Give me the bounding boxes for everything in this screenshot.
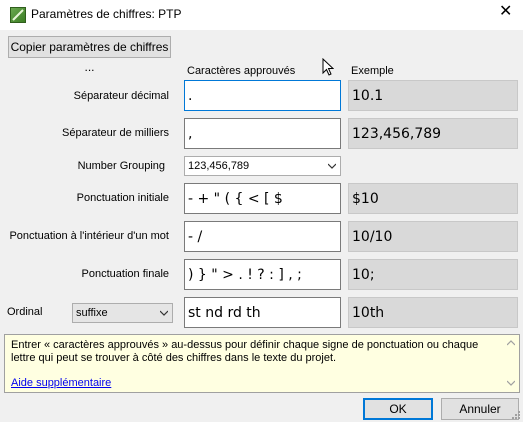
chevron-down-icon (160, 310, 168, 316)
decimal-separator-label: Séparateur décimal (73, 90, 169, 102)
ordinal-suffix-input[interactable]: st nd rd th (184, 297, 341, 328)
close-icon[interactable]: ✕ (499, 4, 512, 20)
number-grouping-label: Number Grouping (77, 160, 165, 172)
chevron-down-icon (328, 163, 336, 169)
copy-settings-button[interactable]: Copier paramètres de chiffres ... (8, 36, 171, 74)
resize-grip-icon[interactable] (511, 410, 521, 420)
number-grouping-value: 123,456,789 (188, 160, 250, 172)
info-text: Entrer « caractères approuvés » au-dessu… (11, 339, 479, 364)
ordinal-mode-select[interactable]: suffixe (72, 303, 173, 323)
ok-button[interactable]: OK (363, 398, 433, 420)
initial-punctuation-example: $10 (348, 183, 518, 214)
final-punctuation-label: Ponctuation finale (81, 268, 169, 280)
final-punctuation-input[interactable]: ) } " > . ! ? : ] , ; (184, 259, 341, 290)
initial-punctuation-input[interactable]: - + " ( { < [ $ (184, 183, 341, 214)
medial-punctuation-label: Ponctuation à l'intérieur d'un mot (9, 230, 169, 242)
scroll-up-icon[interactable] (507, 340, 515, 346)
thousands-separator-example: 123,456,789 (348, 118, 518, 149)
decimal-separator-input[interactable]: . (184, 80, 341, 111)
ordinal-mode-value: suffixe (76, 307, 108, 319)
number-grouping-select[interactable]: 123,456,789 (184, 156, 341, 176)
mouse-cursor-icon (322, 58, 334, 76)
medial-punctuation-example: 10/10 (348, 221, 518, 252)
scroll-down-icon[interactable] (507, 380, 515, 386)
final-punctuation-example: 10; (348, 259, 518, 290)
ordinal-example: 10th (348, 297, 518, 328)
info-box: Entrer « caractères approuvés » au-dessu… (4, 334, 520, 393)
initial-punctuation-label: Ponctuation initiale (76, 192, 169, 204)
app-icon (10, 7, 26, 23)
example-header: Exemple (351, 65, 394, 77)
medial-punctuation-input[interactable]: - / (184, 221, 341, 252)
decimal-separator-example: 10.1 (348, 80, 518, 111)
approved-characters-header: Caractères approuvés (187, 65, 296, 77)
info-scrollbar[interactable] (504, 336, 518, 391)
cancel-button[interactable]: Annuler (441, 398, 519, 420)
thousands-separator-label: Séparateur de milliers (62, 127, 169, 139)
window-title: Paramètres de chiffres: PTP (31, 7, 182, 21)
ordinal-label: Ordinal (7, 306, 43, 318)
more-help-link[interactable]: Aide supplémentaire (11, 377, 111, 389)
thousands-separator-input[interactable]: , (184, 118, 341, 149)
title-bar: Paramètres de chiffres: PTP ✕ (0, 0, 523, 30)
